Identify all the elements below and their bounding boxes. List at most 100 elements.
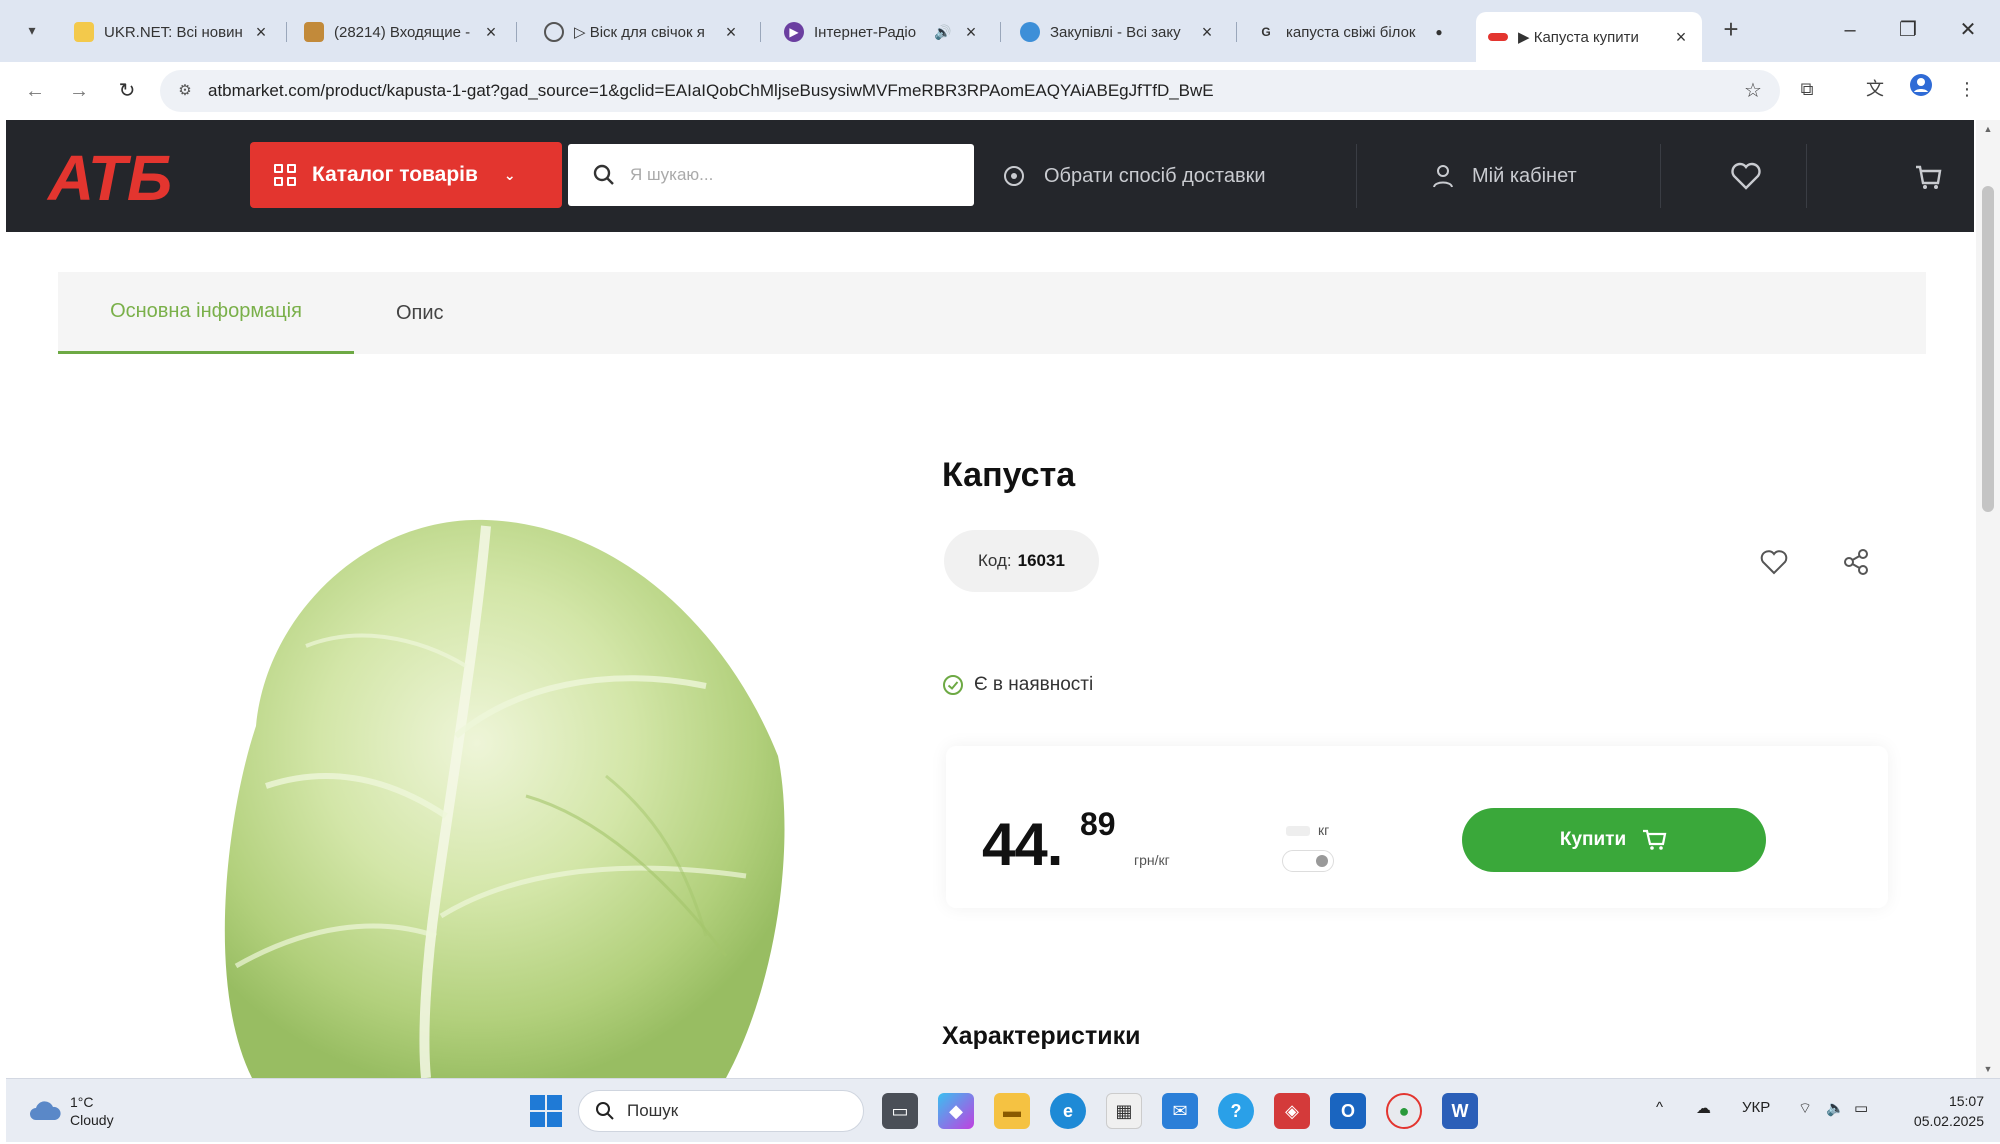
buy-button[interactable]: Купити — [1462, 808, 1766, 872]
system-clock[interactable]: 15:07 05.02.2025 — [1894, 1091, 1984, 1131]
atb-logo[interactable]: АТБ — [46, 142, 196, 214]
wifi-icon[interactable]: ⌔ — [1798, 1099, 1812, 1118]
url-text[interactable]: atbmarket.com/product/kapusta-1-gat?gad_… — [208, 81, 1214, 101]
price-card: 44. 89 грн/кг кг Купити — [946, 746, 1888, 908]
browser-tab[interactable]: ▷ Віск для свічок я × — [532, 12, 752, 52]
tray-chevron-up-icon[interactable]: ^ — [1656, 1099, 1663, 1116]
word-icon[interactable]: W — [1442, 1093, 1478, 1129]
minimize-icon[interactable]: – — [1830, 12, 1870, 48]
battery-icon[interactable]: ▭ — [1854, 1099, 1868, 1117]
cart-icon[interactable] — [1908, 156, 1948, 196]
account-link[interactable]: Мій кабінет — [1432, 156, 1577, 196]
help-icon[interactable]: ? — [1218, 1093, 1254, 1129]
header-divider — [1660, 144, 1661, 208]
windows-start-icon[interactable] — [530, 1095, 562, 1127]
clock-date: 05.02.2025 — [1913, 1113, 1984, 1129]
scroll-down-icon[interactable]: ▼ — [1976, 1060, 2000, 1078]
site-search[interactable] — [568, 144, 974, 206]
page-scrollbar[interactable]: ▲ ▼ — [1976, 120, 2000, 1078]
restore-icon[interactable]: ❐ — [1888, 12, 1928, 48]
file-explorer-icon[interactable]: ▬ — [994, 1093, 1030, 1129]
profile-icon[interactable] — [1906, 74, 1936, 104]
tab-title: ▷ Віск для свічок я — [574, 24, 705, 41]
product-title: Капуста — [942, 456, 1076, 494]
close-window-icon[interactable]: ✕ — [1948, 12, 1988, 48]
browser-tab[interactable]: (28214) Входящие - × — [292, 12, 512, 52]
scroll-thumb[interactable] — [1982, 186, 1994, 512]
clock-time: 15:07 — [1948, 1093, 1984, 1109]
search-input[interactable] — [630, 158, 950, 192]
browser-menu-icon[interactable]: ⋮ — [1952, 74, 1982, 104]
close-tab-icon[interactable]: × — [962, 22, 980, 43]
browser-tab-active[interactable]: ▶ Капуста купити × — [1476, 12, 1702, 62]
code-value: 16031 — [1017, 551, 1065, 570]
store-icon[interactable]: ▦ — [1106, 1093, 1142, 1129]
input-language[interactable]: УКР — [1742, 1099, 1770, 1116]
delivery-selector[interactable]: Обрати спосіб доставки — [1002, 156, 1266, 196]
tab-title: ▶ Капуста купити — [1518, 29, 1639, 46]
tab-title: Інтернет-Радіо — [814, 23, 917, 41]
chrome-icon[interactable]: ● — [1386, 1093, 1422, 1129]
scroll-up-icon[interactable]: ▲ — [1976, 120, 2000, 138]
close-tab-icon[interactable]: × — [722, 22, 740, 43]
os-taskbar: 1°C Cloudy Пошук ▭ ◆ ▬ e ▦ ✉ ? ◈ O ● W ^… — [6, 1078, 2000, 1142]
stock-label: Є в наявності — [974, 674, 1094, 695]
close-tab-icon[interactable]: × — [1672, 27, 1690, 48]
audio-playing-icon[interactable]: 🔊 — [934, 24, 952, 41]
task-view-icon[interactable]: ▭ — [882, 1093, 918, 1129]
cloud-icon — [30, 1101, 61, 1120]
tab-title: (28214) Входящие - — [334, 23, 471, 41]
taskbar-search[interactable]: Пошук — [578, 1090, 864, 1132]
unit-toggle-label: кг — [1318, 822, 1330, 838]
copilot-icon[interactable]: ◆ — [938, 1093, 974, 1129]
toggle-knob[interactable] — [1316, 855, 1328, 867]
translate-icon[interactable]: 文 — [1860, 74, 1890, 104]
check-circle-icon — [943, 675, 963, 695]
tab-description[interactable]: Опис — [396, 272, 444, 354]
atb-favicon-icon — [1488, 33, 1508, 41]
product-tabs: Основна інформація Опис — [58, 272, 1926, 354]
back-icon[interactable]: ← — [20, 76, 50, 106]
share-icon[interactable] — [1836, 542, 1876, 582]
price-integer: 44. — [982, 811, 1063, 878]
onedrive-cloud-icon[interactable]: ☁ — [1696, 1099, 1711, 1117]
forward-icon[interactable]: → — [64, 76, 94, 106]
extensions-icon[interactable]: ⧉ — [1792, 74, 1822, 104]
address-bar[interactable]: ⚙ atbmarket.com/product/kapusta-1-gat?ga… — [160, 70, 1780, 112]
new-tab-icon[interactable]: + — [1716, 14, 1746, 44]
tab-label: Основна інформація — [110, 300, 302, 322]
tab-title: UKR.NET: Всі новин — [104, 23, 242, 41]
stock-status: Є в наявності — [942, 674, 1093, 696]
price-decimal: 89 — [1080, 806, 1116, 842]
browser-tab[interactable]: Закупівлі - Всі заку × — [1008, 12, 1228, 52]
close-tab-icon[interactable]: × — [1198, 22, 1216, 43]
wax-favicon-icon — [544, 22, 564, 42]
unit-option — [1286, 826, 1310, 836]
header-divider — [1806, 144, 1807, 208]
mail-icon[interactable]: ✉ — [1162, 1093, 1198, 1129]
product-image[interactable] — [186, 516, 786, 1079]
weather-widget[interactable]: 1°C Cloudy — [28, 1089, 114, 1133]
outlook-icon[interactable]: O — [1330, 1093, 1366, 1129]
chevron-down-icon: ⌄ — [503, 166, 516, 183]
browser-tab[interactable]: UKR.NET: Всі новин × — [62, 12, 282, 52]
edge-icon[interactable]: e — [1050, 1093, 1086, 1129]
browser-tab[interactable]: G капуста свіжі білок ● — [1244, 12, 1460, 52]
site-settings-icon[interactable]: ⚙ — [174, 80, 196, 102]
unit-toggle[interactable]: кг — [1282, 822, 1362, 882]
reload-icon[interactable]: ↻ — [112, 76, 142, 106]
catalog-button[interactable]: Каталог товарів ⌄ — [250, 142, 562, 208]
browser-tab[interactable]: ▶ Інтернет-Радіо 🔊 × — [772, 12, 992, 52]
security-app-icon[interactable]: ◈ — [1274, 1093, 1310, 1129]
volume-icon[interactable]: 🔈 — [1826, 1099, 1845, 1117]
tab-title: капуста свіжі білок — [1286, 23, 1416, 41]
tab-search-icon[interactable]: ▾ — [18, 16, 46, 44]
close-tab-icon[interactable]: × — [252, 22, 270, 43]
mail-favicon-icon — [304, 22, 324, 42]
close-tab-icon[interactable]: × — [482, 22, 500, 43]
add-to-favorites-heart-icon[interactable] — [1754, 542, 1794, 582]
taskbar-search-placeholder: Пошук — [627, 1101, 679, 1120]
tab-main-info[interactable]: Основна інформація — [58, 272, 354, 354]
bookmark-star-icon[interactable]: ☆ — [1740, 78, 1766, 104]
favorites-heart-icon[interactable] — [1726, 156, 1766, 196]
